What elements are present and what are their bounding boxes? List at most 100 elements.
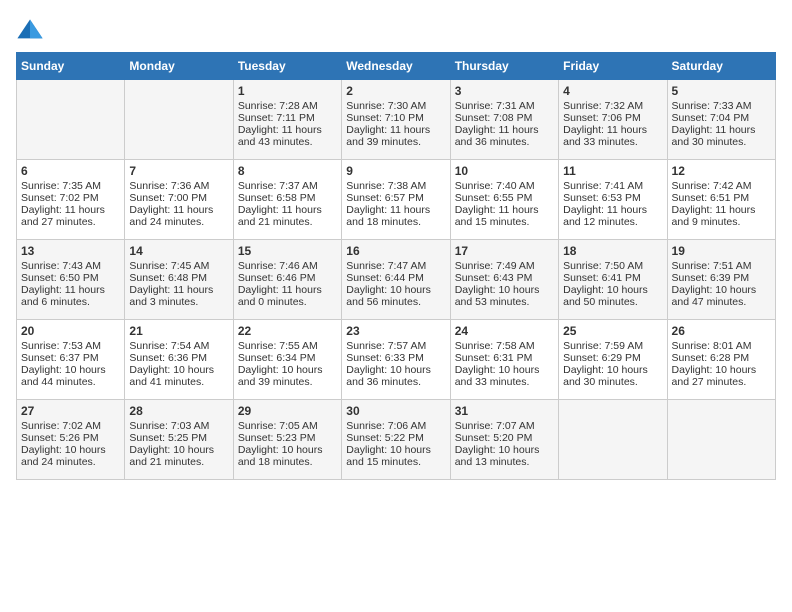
day-info: Sunrise: 7:53 AM: [21, 340, 120, 352]
day-number: 6: [21, 164, 120, 178]
day-number: 18: [563, 244, 662, 258]
day-info: Sunrise: 7:06 AM: [346, 420, 445, 432]
calendar-cell: 30Sunrise: 7:06 AMSunset: 5:22 PMDayligh…: [342, 400, 450, 480]
day-info: Sunset: 6:29 PM: [563, 352, 662, 364]
day-info: Sunrise: 7:49 AM: [455, 260, 554, 272]
day-info: Sunset: 6:50 PM: [21, 272, 120, 284]
calendar-cell: 26Sunrise: 8:01 AMSunset: 6:28 PMDayligh…: [667, 320, 775, 400]
day-info: Sunrise: 7:41 AM: [563, 180, 662, 192]
day-info: Sunrise: 7:58 AM: [455, 340, 554, 352]
day-info: Sunset: 7:06 PM: [563, 112, 662, 124]
calendar-cell: 25Sunrise: 7:59 AMSunset: 6:29 PMDayligh…: [559, 320, 667, 400]
day-info: Sunrise: 7:36 AM: [129, 180, 228, 192]
calendar-cell: 21 Sunrise: 7:54 AMSunset: 6:36 PMDayligh…: [125, 320, 233, 400]
calendar-cell: 19Sunrise: 7:51 AMSunset: 6:39 PMDayligh…: [667, 240, 775, 320]
day-info: Sunrise: 7:32 AM: [563, 100, 662, 112]
day-info: Daylight: 11 hours and 21 minutes.: [238, 204, 337, 228]
day-info: Sunset: 6:39 PM: [672, 272, 771, 284]
calendar-cell: 22Sunrise: 7:55 AMSunset: 6:34 PMDayligh…: [233, 320, 341, 400]
col-header-monday: Monday: [125, 53, 233, 80]
day-number: 5: [672, 84, 771, 98]
calendar-cell: 10Sunrise: 7:40 AMSunset: 6:55 PMDayligh…: [450, 160, 558, 240]
col-header-sunday: Sunday: [17, 53, 125, 80]
calendar-cell: 29Sunrise: 7:05 AMSunset: 5:23 PMDayligh…: [233, 400, 341, 480]
day-info: Sunset: 5:23 PM: [238, 432, 337, 444]
day-info: Sunset: 6:48 PM: [129, 272, 228, 284]
day-info: Sunrise: 7:05 AM: [238, 420, 337, 432]
calendar-cell: [125, 80, 233, 160]
calendar-cell: 7Sunrise: 7:36 AMSunset: 7:00 PMDaylight…: [125, 160, 233, 240]
day-info: Daylight: 11 hours and 33 minutes.: [563, 124, 662, 148]
day-info: Daylight: 11 hours and 12 minutes.: [563, 204, 662, 228]
logo: [16, 16, 48, 44]
calendar-cell: 18Sunrise: 7:50 AMSunset: 6:41 PMDayligh…: [559, 240, 667, 320]
day-info: Sunset: 6:31 PM: [455, 352, 554, 364]
day-info: Daylight: 10 hours and 24 minutes.: [21, 444, 120, 468]
col-header-saturday: Saturday: [667, 53, 775, 80]
calendar-cell: 23Sunrise: 7:57 AMSunset: 6:33 PMDayligh…: [342, 320, 450, 400]
day-info: Sunset: 6:57 PM: [346, 192, 445, 204]
day-number: 15: [238, 244, 337, 258]
day-info: Sunset: 6:33 PM: [346, 352, 445, 364]
calendar-cell: 31Sunrise: 7:07 AMSunset: 5:20 PMDayligh…: [450, 400, 558, 480]
day-number: 21: [129, 324, 228, 338]
week-row-1: 1Sunrise: 7:28 AMSunset: 7:11 PMDaylight…: [17, 80, 776, 160]
day-info: Sunrise: 7:54 AM: [129, 340, 228, 352]
day-info: Daylight: 10 hours and 21 minutes.: [129, 444, 228, 468]
day-info: Sunrise: 8:01 AM: [672, 340, 771, 352]
day-info: Daylight: 11 hours and 9 minutes.: [672, 204, 771, 228]
day-info: Daylight: 11 hours and 0 minutes.: [238, 284, 337, 308]
week-row-5: 27Sunrise: 7:02 AMSunset: 5:26 PMDayligh…: [17, 400, 776, 480]
day-info: Sunset: 7:10 PM: [346, 112, 445, 124]
day-info: Daylight: 11 hours and 15 minutes.: [455, 204, 554, 228]
calendar-cell: 16Sunrise: 7:47 AMSunset: 6:44 PMDayligh…: [342, 240, 450, 320]
day-number: 25: [563, 324, 662, 338]
day-info: Daylight: 11 hours and 18 minutes.: [346, 204, 445, 228]
calendar-cell: 24Sunrise: 7:58 AMSunset: 6:31 PMDayligh…: [450, 320, 558, 400]
day-number: 19: [672, 244, 771, 258]
day-info: Sunrise: 7:38 AM: [346, 180, 445, 192]
day-info: Daylight: 10 hours and 41 minutes.: [129, 364, 228, 388]
day-info: Sunrise: 7:07 AM: [455, 420, 554, 432]
day-info: Daylight: 10 hours and 44 minutes.: [21, 364, 120, 388]
day-number: 31: [455, 404, 554, 418]
day-info: Sunset: 6:55 PM: [455, 192, 554, 204]
day-info: Sunrise: 7:03 AM: [129, 420, 228, 432]
day-number: 20: [21, 324, 120, 338]
col-header-wednesday: Wednesday: [342, 53, 450, 80]
day-info: Sunset: 6:43 PM: [455, 272, 554, 284]
day-info: Daylight: 11 hours and 3 minutes.: [129, 284, 228, 308]
day-info: Sunrise: 7:42 AM: [672, 180, 771, 192]
day-info: Sunrise: 7:59 AM: [563, 340, 662, 352]
day-info: Sunrise: 7:46 AM: [238, 260, 337, 272]
day-info: Daylight: 10 hours and 56 minutes.: [346, 284, 445, 308]
day-info: Daylight: 10 hours and 39 minutes.: [238, 364, 337, 388]
day-info: Sunrise: 7:45 AM: [129, 260, 228, 272]
calendar-cell: 4Sunrise: 7:32 AMSunset: 7:06 PMDaylight…: [559, 80, 667, 160]
day-info: Sunrise: 7:30 AM: [346, 100, 445, 112]
calendar-cell: 28Sunrise: 7:03 AMSunset: 5:25 PMDayligh…: [125, 400, 233, 480]
calendar-cell: 9Sunrise: 7:38 AMSunset: 6:57 PMDaylight…: [342, 160, 450, 240]
day-number: 23: [346, 324, 445, 338]
day-number: 7: [129, 164, 228, 178]
calendar-cell: 8Sunrise: 7:37 AMSunset: 6:58 PMDaylight…: [233, 160, 341, 240]
day-number: 27: [21, 404, 120, 418]
day-number: 1: [238, 84, 337, 98]
day-info: Sunset: 6:44 PM: [346, 272, 445, 284]
day-info: Sunrise: 7:28 AM: [238, 100, 337, 112]
day-number: 11: [563, 164, 662, 178]
day-info: Sunset: 5:20 PM: [455, 432, 554, 444]
calendar-cell: [17, 80, 125, 160]
calendar-cell: 11Sunrise: 7:41 AMSunset: 6:53 PMDayligh…: [559, 160, 667, 240]
calendar-cell: 15Sunrise: 7:46 AMSunset: 6:46 PMDayligh…: [233, 240, 341, 320]
day-info: Sunset: 6:51 PM: [672, 192, 771, 204]
day-number: 28: [129, 404, 228, 418]
day-info: Daylight: 11 hours and 6 minutes.: [21, 284, 120, 308]
day-number: 8: [238, 164, 337, 178]
day-info: Sunset: 6:36 PM: [129, 352, 228, 364]
calendar-cell: 6Sunrise: 7:35 AMSunset: 7:02 PMDaylight…: [17, 160, 125, 240]
day-number: 2: [346, 84, 445, 98]
day-number: 17: [455, 244, 554, 258]
day-info: Sunset: 7:04 PM: [672, 112, 771, 124]
calendar-cell: 20Sunrise: 7:53 AMSunset: 6:37 PMDayligh…: [17, 320, 125, 400]
